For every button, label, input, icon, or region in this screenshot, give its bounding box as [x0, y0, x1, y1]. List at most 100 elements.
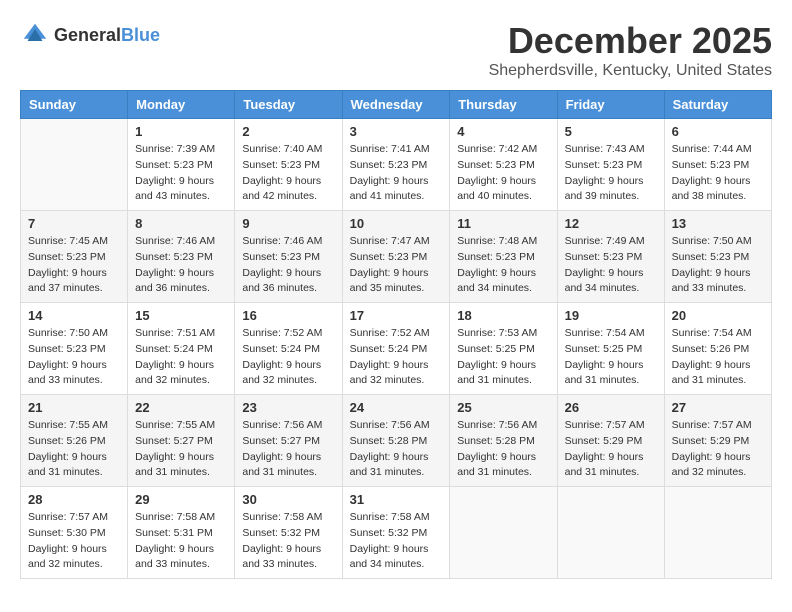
day-number: 7: [28, 216, 120, 231]
day-info: Sunrise: 7:45 AMSunset: 5:23 PMDaylight:…: [28, 234, 120, 297]
day-number: 5: [565, 124, 657, 139]
table-row: 6 Sunrise: 7:44 AMSunset: 5:23 PMDaylight…: [664, 119, 771, 211]
day-number: 16: [242, 308, 334, 323]
header-thursday: Thursday: [450, 91, 557, 119]
day-info: Sunrise: 7:52 AMSunset: 5:24 PMDaylight:…: [242, 326, 334, 389]
calendar-week-row: 1 Sunrise: 7:39 AMSunset: 5:23 PMDaylight…: [21, 119, 772, 211]
day-number: 15: [135, 308, 227, 323]
day-info: Sunrise: 7:51 AMSunset: 5:24 PMDaylight:…: [135, 326, 227, 389]
day-number: 20: [672, 308, 764, 323]
table-row: 16 Sunrise: 7:52 AMSunset: 5:24 PMDayligh…: [235, 303, 342, 395]
table-row: 28 Sunrise: 7:57 AMSunset: 5:30 PMDayligh…: [21, 487, 128, 579]
logo-general: General: [54, 25, 121, 45]
table-row: 8 Sunrise: 7:46 AMSunset: 5:23 PMDaylight…: [128, 211, 235, 303]
day-info: Sunrise: 7:58 AMSunset: 5:32 PMDaylight:…: [242, 510, 334, 573]
header-tuesday: Tuesday: [235, 91, 342, 119]
table-row: 9Sunrise: 7:46 AMSunset: 5:23 PMDaylight…: [235, 211, 342, 303]
table-row: 14 Sunrise: 7:50 AMSunset: 5:23 PMDayligh…: [21, 303, 128, 395]
table-row: 29 Sunrise: 7:58 AMSunset: 5:31 PMDayligh…: [128, 487, 235, 579]
day-info: Sunrise: 7:56 AMSunset: 5:28 PMDaylight:…: [457, 418, 549, 481]
day-number: 9: [242, 216, 334, 231]
header-friday: Friday: [557, 91, 664, 119]
table-row: 11 Sunrise: 7:48 AMSunset: 5:23 PMDayligh…: [450, 211, 557, 303]
day-info: Sunrise: 7:46 AMSunset: 5:23 PMDaylight:…: [135, 234, 227, 297]
day-number: 14: [28, 308, 120, 323]
location-title: Shepherdsville, Kentucky, United States: [489, 62, 772, 80]
page-container: GeneralBlue December 2025 Shepherdsville…: [20, 20, 772, 579]
logo: GeneralBlue: [20, 20, 160, 50]
title-section: December 2025 Shepherdsville, Kentucky, …: [489, 20, 772, 80]
day-number: 18: [457, 308, 549, 323]
day-info: Sunrise: 7:53 AMSunset: 5:25 PMDaylight:…: [457, 326, 549, 389]
calendar-week-row: 21 Sunrise: 7:55 AMSunset: 5:26 PMDayligh…: [21, 395, 772, 487]
table-row: 18 Sunrise: 7:53 AMSunset: 5:25 PMDayligh…: [450, 303, 557, 395]
table-row: 19 Sunrise: 7:54 AMSunset: 5:25 PMDayligh…: [557, 303, 664, 395]
day-number: 29: [135, 492, 227, 507]
logo-icon: [20, 20, 50, 50]
day-info: Sunrise: 7:55 AMSunset: 5:26 PMDaylight:…: [28, 418, 120, 481]
header-wednesday: Wednesday: [342, 91, 450, 119]
day-info: Sunrise: 7:57 AMSunset: 5:29 PMDaylight:…: [672, 418, 764, 481]
header-saturday: Saturday: [664, 91, 771, 119]
table-row: [21, 119, 128, 211]
day-info: Sunrise: 7:48 AMSunset: 5:23 PMDaylight:…: [457, 234, 549, 297]
day-info: Sunrise: 7:41 AMSunset: 5:23 PMDaylight:…: [350, 142, 443, 205]
table-row: 12Sunrise: 7:49 AMSunset: 5:23 PMDayligh…: [557, 211, 664, 303]
day-number: 22: [135, 400, 227, 415]
logo-text: GeneralBlue: [54, 25, 160, 46]
table-row: 24 Sunrise: 7:56 AMSunset: 5:28 PMDayligh…: [342, 395, 450, 487]
table-row: 1 Sunrise: 7:39 AMSunset: 5:23 PMDaylight…: [128, 119, 235, 211]
day-info: Sunrise: 7:56 AMSunset: 5:28 PMDaylight:…: [350, 418, 443, 481]
table-row: [557, 487, 664, 579]
table-row: 27 Sunrise: 7:57 AMSunset: 5:29 PMDayligh…: [664, 395, 771, 487]
table-row: 3 Sunrise: 7:41 AMSunset: 5:23 PMDaylight…: [342, 119, 450, 211]
day-number: 19: [565, 308, 657, 323]
day-info: Sunrise: 7:54 AMSunset: 5:26 PMDaylight:…: [672, 326, 764, 389]
day-info: Sunrise: 7:58 AMSunset: 5:31 PMDaylight:…: [135, 510, 227, 573]
day-number: 17: [350, 308, 443, 323]
day-info: Sunrise: 7:39 AMSunset: 5:23 PMDaylight:…: [135, 142, 227, 205]
calendar-week-row: 28 Sunrise: 7:57 AMSunset: 5:30 PMDayligh…: [21, 487, 772, 579]
day-number: 1: [135, 124, 227, 139]
day-info: Sunrise: 7:43 AMSunset: 5:23 PMDaylight:…: [565, 142, 657, 205]
table-row: 26 Sunrise: 7:57 AMSunset: 5:29 PMDayligh…: [557, 395, 664, 487]
day-number: 31: [350, 492, 443, 507]
day-info: Sunrise: 7:56 AMSunset: 5:27 PMDaylight:…: [242, 418, 334, 481]
day-number: 21: [28, 400, 120, 415]
table-row: 7 Sunrise: 7:45 AMSunset: 5:23 PMDaylight…: [21, 211, 128, 303]
day-number: 2: [242, 124, 334, 139]
month-title: December 2025: [489, 20, 772, 62]
table-row: [450, 487, 557, 579]
table-row: 20 Sunrise: 7:54 AMSunset: 5:26 PMDayligh…: [664, 303, 771, 395]
day-info: Sunrise: 7:52 AMSunset: 5:24 PMDaylight:…: [350, 326, 443, 389]
day-info: Sunrise: 7:50 AMSunset: 5:23 PMDaylight:…: [28, 326, 120, 389]
day-number: 3: [350, 124, 443, 139]
day-info: Sunrise: 7:54 AMSunset: 5:25 PMDaylight:…: [565, 326, 657, 389]
header-monday: Monday: [128, 91, 235, 119]
day-number: 11: [457, 216, 549, 231]
day-number: 30: [242, 492, 334, 507]
day-info: Sunrise: 7:57 AMSunset: 5:30 PMDaylight:…: [28, 510, 120, 573]
day-info: Sunrise: 7:42 AMSunset: 5:23 PMDaylight:…: [457, 142, 549, 205]
day-number: 24: [350, 400, 443, 415]
day-number: 26: [565, 400, 657, 415]
table-row: 17 Sunrise: 7:52 AMSunset: 5:24 PMDayligh…: [342, 303, 450, 395]
day-info: Sunrise: 7:47 AMSunset: 5:23 PMDaylight:…: [350, 234, 443, 297]
day-number: 28: [28, 492, 120, 507]
header: GeneralBlue December 2025 Shepherdsville…: [20, 20, 772, 80]
calendar-week-row: 7 Sunrise: 7:45 AMSunset: 5:23 PMDaylight…: [21, 211, 772, 303]
day-number: 27: [672, 400, 764, 415]
day-number: 25: [457, 400, 549, 415]
day-number: 12: [565, 216, 657, 231]
day-info: Sunrise: 7:57 AMSunset: 5:29 PMDaylight:…: [565, 418, 657, 481]
day-number: 6: [672, 124, 764, 139]
header-sunday: Sunday: [21, 91, 128, 119]
table-row: 25 Sunrise: 7:56 AMSunset: 5:28 PMDayligh…: [450, 395, 557, 487]
day-number: 8: [135, 216, 227, 231]
table-row: 23Sunrise: 7:56 AMSunset: 5:27 PMDayligh…: [235, 395, 342, 487]
table-row: 5 Sunrise: 7:43 AMSunset: 5:23 PMDaylight…: [557, 119, 664, 211]
day-number: 10: [350, 216, 443, 231]
table-row: 13Sunrise: 7:50 AMSunset: 5:23 PMDayligh…: [664, 211, 771, 303]
day-number: 4: [457, 124, 549, 139]
day-info: Sunrise: 7:44 AMSunset: 5:23 PMDaylight:…: [672, 142, 764, 205]
